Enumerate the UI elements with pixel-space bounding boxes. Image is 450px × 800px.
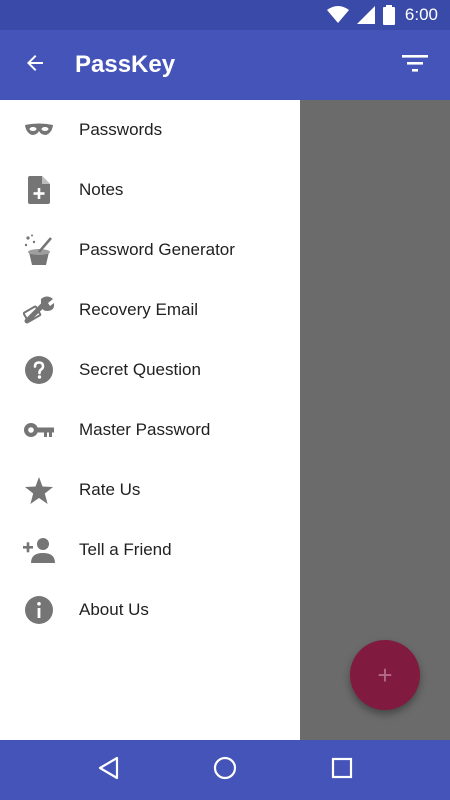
drawer-item-secret-question[interactable]: Secret Question xyxy=(0,340,300,400)
wrench-icon xyxy=(22,293,56,327)
drawer-item-label: About Us xyxy=(79,600,149,619)
drawer-item-passwords[interactable]: Passwords xyxy=(0,100,300,160)
drawer-item-label: Rate Us xyxy=(79,480,141,499)
square-recents-icon xyxy=(331,757,353,784)
back-button[interactable] xyxy=(0,30,70,100)
nav-home-button[interactable] xyxy=(195,740,255,800)
drawer-item-label: Recovery Email xyxy=(79,300,199,319)
filter-icon xyxy=(402,53,428,78)
status-bar: 6:00 xyxy=(0,0,450,30)
drawer-item-recovery-email[interactable]: Recovery Email xyxy=(0,280,300,340)
star-icon xyxy=(22,473,56,507)
filter-button[interactable] xyxy=(380,30,450,100)
circle-home-icon xyxy=(213,756,237,785)
drawer-item-label: Secret Question xyxy=(79,360,201,379)
system-nav-bar xyxy=(0,740,450,800)
drawer-item-password-generator[interactable]: Password Generator xyxy=(0,220,300,280)
navigation-drawer: Passwords Notes Password Generator Recov… xyxy=(0,100,300,740)
nav-back-button[interactable] xyxy=(78,740,138,800)
triangle-back-icon xyxy=(97,756,119,785)
status-time: 6:00 xyxy=(404,5,438,24)
drawer-item-notes[interactable]: Notes xyxy=(0,160,300,220)
drawer-item-rate-us[interactable]: Rate Us xyxy=(0,460,300,520)
magic-hat-icon xyxy=(22,233,56,267)
mask-icon xyxy=(22,113,56,147)
wifi-icon xyxy=(326,6,349,24)
person-add-icon xyxy=(22,533,56,567)
add-icon: + xyxy=(377,659,393,690)
key-icon xyxy=(22,413,56,447)
info-icon xyxy=(22,593,56,627)
app-title: PassKey xyxy=(75,51,176,78)
drawer-item-tell-a-friend[interactable]: Tell a Friend xyxy=(0,520,300,580)
battery-icon xyxy=(382,5,395,25)
drawer-item-label: Master Password xyxy=(79,420,211,439)
help-icon xyxy=(22,353,56,387)
drawer-item-label: Passwords xyxy=(79,120,163,139)
nav-recents-button[interactable] xyxy=(312,740,372,800)
signal-icon xyxy=(356,6,375,24)
drawer-item-label: Notes xyxy=(79,180,124,199)
drawer-item-label: Password Generator xyxy=(79,240,235,259)
drawer-item-label: Tell a Friend xyxy=(79,540,172,559)
drawer-item-master-password[interactable]: Master Password xyxy=(0,400,300,460)
app-bar: PassKey xyxy=(0,30,450,100)
drawer-item-about-us[interactable]: About Us xyxy=(0,580,300,640)
add-fab-button[interactable]: + xyxy=(350,640,420,710)
note-add-icon xyxy=(22,173,56,207)
arrow-back-icon xyxy=(23,51,47,80)
